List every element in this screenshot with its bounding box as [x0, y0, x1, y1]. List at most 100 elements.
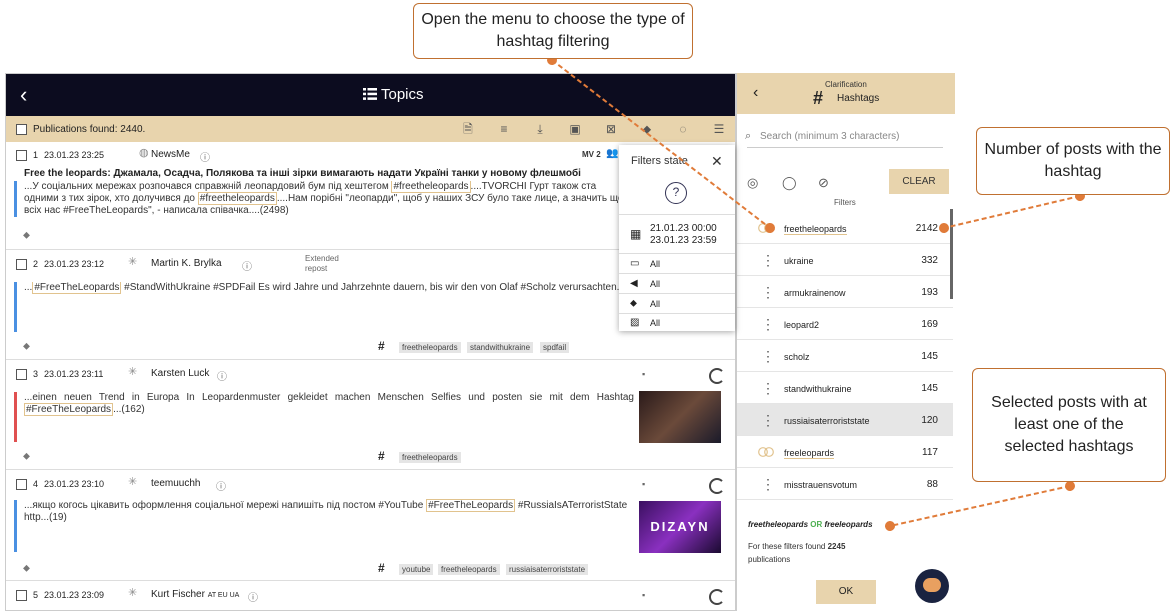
twitter-icon: ✳ — [128, 366, 138, 378]
search-input[interactable]: Search (minimum 3 characters) — [760, 131, 899, 142]
download-icon[interactable]: ⤓ — [533, 122, 547, 136]
post-text: ...У соціальних мережах розпочався справ… — [24, 181, 624, 216]
post-thumbnail[interactable] — [639, 391, 721, 443]
filter-row-media[interactable]: ▨ All — [619, 313, 735, 331]
filter-icon[interactable]: ☰ — [712, 122, 726, 136]
tag-icon[interactable]: ⬥ — [640, 122, 654, 136]
post-text: ... #FreeTheLeopards #StandWithUkraine #S… — [24, 282, 634, 294]
scrollbar[interactable] — [950, 209, 953, 299]
hashtag-row[interactable]: ⋮ scholz 145 — [737, 340, 953, 372]
post-number: 2 — [33, 259, 39, 269]
document-icon[interactable]: ▪ — [642, 590, 645, 600]
document-icon[interactable]: ▪ — [642, 369, 645, 379]
info-icon[interactable]: ⓘ — [248, 589, 258, 604]
selected-hashtag-icon[interactable] — [757, 223, 775, 233]
hashtag-row[interactable]: freetheleopards 2142 — [737, 212, 953, 244]
calendar-icon: ▦ — [630, 227, 642, 241]
hashtag-row[interactable]: ⋮ leopard2 169 — [737, 308, 953, 340]
post-color-bar — [14, 500, 17, 552]
exclude-filter-icon[interactable]: ⊘ — [818, 175, 829, 191]
hashtag-menu-icon[interactable]: ⋮ — [761, 284, 775, 301]
hashtag-count: 332 — [921, 255, 938, 266]
post-author[interactable]: Karsten Luck — [151, 368, 209, 379]
post-checkbox[interactable] — [16, 479, 27, 490]
filter-expression: freetheleopards OR freeleopards — [748, 520, 873, 529]
hashtag-row[interactable]: ⋮ misstrauensvotum 88 — [737, 468, 953, 500]
hashtag-menu-icon[interactable]: ⋮ — [761, 412, 775, 429]
info-icon[interactable]: ⓘ — [216, 478, 226, 493]
twitter-icon: ✳ — [128, 476, 138, 488]
hashtag-menu-icon[interactable]: ⋮ — [761, 380, 775, 397]
post-4[interactable]: 4 23.01.23 23:10 ✳ teemuuchh ⓘ ▪ ...якщо… — [6, 471, 735, 581]
publications-count: Publications found: 2440. — [33, 124, 146, 135]
hashtag-name: leopard2 — [784, 320, 820, 330]
selected-hashtag-icon[interactable] — [757, 447, 775, 457]
date-range-row[interactable]: ▦ 21.01.23 00:00 23.01.23 23:59 — [619, 214, 735, 253]
post-author[interactable]: NewsMe — [151, 149, 190, 160]
post-author[interactable]: Martin K. Brylka — [151, 258, 222, 269]
tag-icon[interactable]: ⬥ — [23, 563, 30, 574]
hashtag-menu-icon[interactable]: ⋮ — [761, 476, 775, 493]
filter-row-sources[interactable]: ▭ All — [619, 253, 735, 273]
tag-icon[interactable]: ⬥ — [23, 230, 30, 241]
save-icon[interactable]: ▣ — [568, 122, 582, 136]
publications-label: publications — [748, 555, 791, 564]
search-underline — [747, 147, 943, 148]
hashtag-chip[interactable]: spdfail — [540, 342, 570, 353]
union-filter-icon[interactable]: ◯ — [782, 175, 797, 191]
post-checkbox[interactable] — [16, 150, 27, 161]
post-checkbox[interactable] — [16, 590, 27, 601]
hashtag-chip[interactable]: standwithukraine — [467, 342, 534, 353]
back-button[interactable]: ‹ — [20, 82, 27, 108]
post-author[interactable]: Kurt Fischer AT EU UA — [151, 589, 239, 600]
hashtag-row[interactable]: ⋮ russiaisaterroriststate 120 — [737, 404, 953, 436]
delete-icon[interactable]: ⊠ — [604, 122, 618, 136]
intersect-filter-icon[interactable]: ◎ — [747, 175, 758, 191]
info-icon[interactable]: ⓘ — [200, 149, 210, 164]
post-5[interactable]: 5 23.01.23 23:09 ✳ Kurt Fischer AT EU UA… — [6, 582, 735, 610]
hashtag-count: 169 — [921, 319, 938, 330]
hashtag-row[interactable]: ⋮ ukraine 332 — [737, 244, 953, 276]
hashtag-row[interactable]: ⋮ armukrainenow 193 — [737, 276, 953, 308]
tag-icon[interactable]: ⬥ — [23, 451, 30, 462]
post-3[interactable]: 3 23.01.23 23:11 ✳ Karsten Luck ⓘ ▪ ...e… — [6, 361, 735, 470]
chat-icon[interactable]: ◌ — [676, 122, 690, 136]
hashtag-menu-icon[interactable]: ⋮ — [761, 316, 775, 333]
document-icon[interactable]: ▪ — [642, 479, 645, 489]
back-button[interactable]: ‹ — [753, 84, 758, 102]
document-icon[interactable]: 🗎 — [461, 122, 475, 136]
select-all-checkbox[interactable] — [16, 124, 27, 135]
tag-icon: ⬥ — [630, 298, 637, 309]
info-icon[interactable]: ⓘ — [242, 258, 252, 273]
hashtag-row[interactable]: ⋮ standwithukraine 145 — [737, 372, 953, 404]
post-date: 23.01.23 23:11 — [44, 369, 104, 379]
clear-button[interactable]: CLEAR — [889, 169, 949, 194]
post-thumbnail[interactable]: DIZAYN — [639, 501, 721, 553]
hashtag-chip[interactable]: freetheleopards — [399, 342, 461, 353]
info-icon[interactable]: ⓘ — [217, 368, 227, 383]
filter-row-tags[interactable]: ⬥ All — [619, 293, 735, 313]
help-icon[interactable]: ? — [665, 182, 687, 204]
hashtag-menu-icon[interactable]: ⋮ — [761, 252, 775, 269]
text-icon[interactable]: ≡ — [497, 122, 511, 136]
hashtag-menu-icon[interactable]: ⋮ — [761, 348, 775, 365]
hashtag-name: misstrauensvotum — [784, 480, 858, 490]
hashtag-name: ukraine — [784, 256, 814, 266]
post-author[interactable]: teemuuchh — [151, 478, 200, 489]
page-title: Topics — [381, 86, 424, 103]
filter-row-announcements[interactable]: ◀ All — [619, 273, 735, 293]
hashtag-chip[interactable]: freetheleopards — [399, 452, 461, 463]
hashtag-count: 145 — [921, 351, 938, 362]
hashtag-chip[interactable]: youtube — [399, 564, 434, 575]
post-checkbox[interactable] — [16, 259, 27, 270]
post-checkbox[interactable] — [16, 369, 27, 380]
close-icon[interactable]: ✕ — [711, 153, 723, 170]
users-icon: 👥 — [606, 148, 619, 159]
ok-button[interactable]: OK — [816, 580, 876, 604]
hashtag-chip[interactable]: freetheleopards — [438, 564, 500, 575]
hashtag-chip[interactable]: russiaisaterroriststate — [506, 564, 589, 575]
source-icon: ▭ — [630, 258, 640, 269]
tag-icon[interactable]: ⬥ — [23, 341, 30, 352]
hashtag-row[interactable]: freeleopards 117 — [737, 436, 953, 468]
chat-button[interactable] — [915, 569, 949, 603]
